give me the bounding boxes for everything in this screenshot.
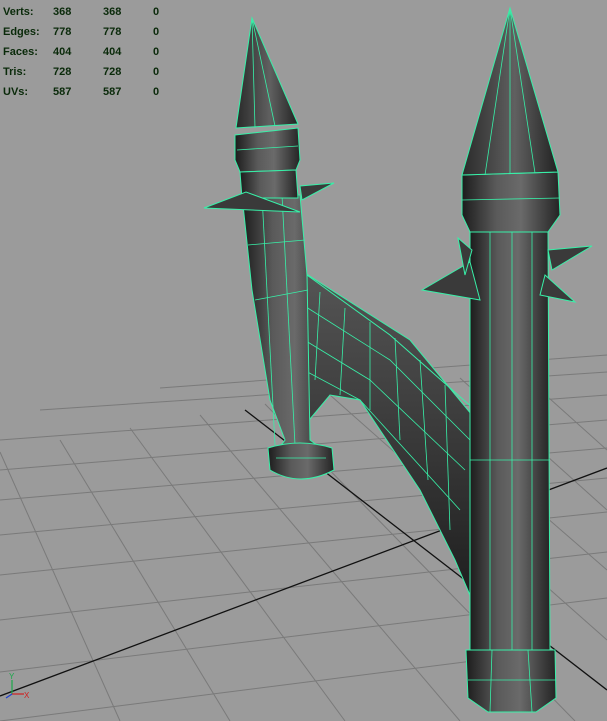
hud-label: Tris:	[3, 66, 27, 78]
hud-total: 368	[53, 6, 72, 18]
axis-gizmo-icon: Y X	[5, 672, 30, 700]
axis-y-label: Y	[9, 672, 15, 681]
hud-selected: 587	[103, 86, 122, 98]
hud-label: Faces:	[3, 46, 38, 58]
hud-selected: 778	[103, 26, 122, 38]
right-pillar	[420, 6, 593, 713]
hud-total: 587	[53, 86, 72, 98]
hud-row-faces: Faces: 404 404 0	[3, 42, 173, 62]
hud-component: 0	[153, 86, 160, 98]
hud-row-uvs: UVs: 587 587 0	[3, 82, 173, 102]
axis-x-label: X	[24, 691, 30, 700]
hud-selected: 728	[103, 66, 122, 78]
hud-total: 728	[53, 66, 72, 78]
3d-viewport[interactable]: Verts: 368 368 0 Edges: 778 778 0 Faces:…	[0, 0, 607, 721]
hud-label: Verts:	[3, 6, 34, 18]
hud-row-verts: Verts: 368 368 0	[3, 2, 173, 22]
hud-row-edges: Edges: 778 778 0	[3, 22, 173, 42]
hud-total: 404	[53, 46, 72, 58]
hud-selected: 368	[103, 6, 122, 18]
hud-component: 0	[153, 26, 160, 38]
hud-component: 0	[153, 66, 160, 78]
hud-total: 778	[53, 26, 72, 38]
hud-component: 0	[153, 6, 160, 18]
hud-label: Edges:	[3, 26, 40, 38]
hud-selected: 404	[103, 46, 122, 58]
heads-up-display: Verts: 368 368 0 Edges: 778 778 0 Faces:…	[3, 2, 173, 102]
hud-row-tris: Tris: 728 728 0	[3, 62, 173, 82]
hud-component: 0	[153, 46, 160, 58]
hud-label: UVs:	[3, 86, 29, 98]
scene-canvas[interactable]	[0, 0, 607, 721]
